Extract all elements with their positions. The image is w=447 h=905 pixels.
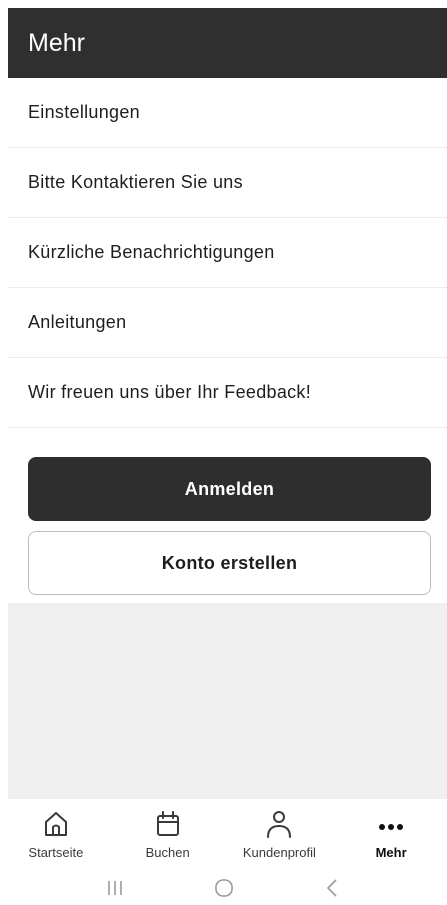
menu-item-guides[interactable]: Anleitungen: [8, 288, 447, 358]
tab-more[interactable]: Mehr: [335, 799, 447, 871]
tab-home[interactable]: Startseite: [0, 799, 112, 871]
menu-item-settings[interactable]: Einstellungen: [8, 78, 447, 148]
calendar-icon: [156, 811, 179, 836]
recent-apps-icon[interactable]: [103, 877, 127, 899]
menu-item-label: Einstellungen: [28, 102, 140, 122]
bottom-tab-bar: Startseite Buchen Kundenprofil Mehr: [0, 799, 447, 871]
login-button[interactable]: Anmelden: [28, 457, 431, 521]
menu-item-label: Bitte Kontaktieren Sie uns: [28, 172, 243, 192]
back-icon[interactable]: [321, 877, 345, 899]
more-dots-icon: [379, 824, 404, 830]
app-header: Mehr: [8, 8, 447, 78]
tab-label: Kundenprofil: [242, 845, 316, 860]
menu-item-label: Anleitungen: [28, 312, 127, 332]
tab-label: Mehr: [375, 845, 407, 860]
account-actions: Anmelden Konto erstellen: [28, 457, 431, 595]
person-icon: [267, 811, 292, 838]
menu-item-feedback[interactable]: Wir freuen uns über Ihr Feedback!: [8, 358, 447, 428]
empty-area: [8, 603, 447, 799]
page-title: Mehr: [28, 28, 85, 57]
more-menu: Einstellungen Bitte Kontaktieren Sie uns…: [8, 78, 447, 428]
menu-item-label: Wir freuen uns über Ihr Feedback!: [28, 382, 312, 402]
home-icon: [44, 812, 67, 836]
menu-item-notifications[interactable]: Kürzliche Benachrichtigungen: [8, 218, 447, 288]
home-button-icon[interactable]: [212, 877, 236, 899]
system-navigation-bar: [0, 871, 447, 905]
menu-item-contact[interactable]: Bitte Kontaktieren Sie uns: [8, 148, 447, 218]
tab-label: Startseite: [28, 845, 84, 860]
tab-label: Buchen: [145, 845, 190, 860]
create-account-button[interactable]: Konto erstellen: [28, 531, 431, 595]
menu-item-label: Kürzliche Benachrichtigungen: [28, 242, 275, 262]
tab-booking[interactable]: Buchen: [112, 799, 224, 871]
tab-profile[interactable]: Kundenprofil: [224, 799, 336, 871]
